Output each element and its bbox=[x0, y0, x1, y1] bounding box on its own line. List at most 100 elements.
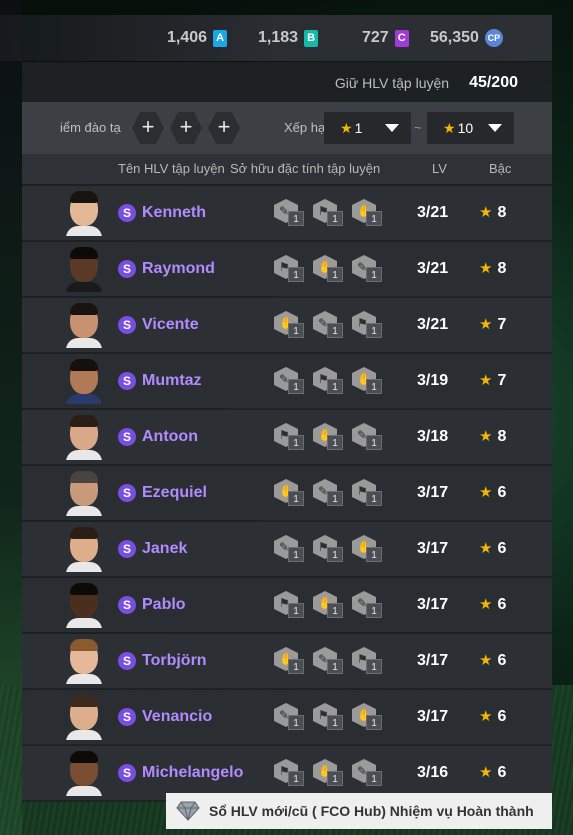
coach-row[interactable]: S Vicente ✋ 1 ✎ 1 ⚑ 1 3/21 ★ 7 bbox=[22, 298, 552, 352]
trait-count: 1 bbox=[288, 379, 304, 394]
training-trait-icon[interactable]: ✎ 1 bbox=[313, 479, 346, 507]
coach-grade: ★ 6 bbox=[479, 746, 506, 800]
column-name[interactable]: Tên HLV tập luyện bbox=[118, 154, 225, 184]
training-trait-icon[interactable]: ✋ 1 bbox=[313, 759, 346, 787]
coach-name: Antoon bbox=[142, 428, 198, 445]
chevron-down-icon bbox=[385, 124, 399, 132]
training-trait-icon[interactable]: ⚑ 1 bbox=[313, 535, 346, 563]
training-trait-icon[interactable]: ⚑ 1 bbox=[274, 423, 307, 451]
training-trait-icon[interactable]: ⚑ 1 bbox=[313, 199, 346, 227]
coach-row[interactable]: S Venancio ✎ 1 ⚑ 1 ✋ 1 3/17 ★ 6 bbox=[22, 690, 552, 744]
trait-count: 1 bbox=[327, 715, 343, 730]
training-points-label: iểm đào tạ bbox=[60, 120, 121, 135]
coach-level: 3/17 bbox=[417, 652, 449, 669]
training-trait-icon[interactable]: ⚑ 1 bbox=[274, 591, 307, 619]
training-trait-icon[interactable]: ✋ 1 bbox=[313, 423, 346, 451]
coach-avatar bbox=[66, 526, 102, 572]
training-trait-icon[interactable]: ✎ 1 bbox=[274, 199, 307, 227]
coach-row[interactable]: S Torbjörn ✋ 1 ✎ 1 ⚑ 1 3/17 ★ 6 bbox=[22, 634, 552, 688]
coach-row[interactable]: S Raymond ⚑ 1 ✋ 1 ✎ 1 3/21 ★ 8 bbox=[22, 242, 552, 296]
currency-cp-icon: CP bbox=[484, 29, 503, 47]
rarity-badge: S bbox=[118, 316, 136, 334]
trait-count: 1 bbox=[327, 323, 343, 338]
add-filter-button-2[interactable]: + bbox=[170, 112, 202, 144]
training-trait-icon[interactable]: ✎ 1 bbox=[274, 535, 307, 563]
coach-book-mission-button[interactable]: Sổ HLV mới/cũ ( FCO Hub) Nhiệm vụ Hoàn t… bbox=[166, 793, 552, 829]
training-trait-icon[interactable]: ✎ 1 bbox=[352, 255, 385, 283]
quota-value: 45/200 bbox=[469, 74, 518, 91]
training-trait-icon[interactable]: ✋ 1 bbox=[313, 255, 346, 283]
coach-row[interactable]: S Michelangelo ⚑ 1 ✋ 1 ✎ 1 3/16 ★ 6 bbox=[22, 746, 552, 800]
currency-bar: 1,406 A 1,183 B 727 C 56,350 CP bbox=[0, 15, 552, 61]
training-trait-icon[interactable]: ⚑ 1 bbox=[313, 367, 346, 395]
coach-grade-value: 6 bbox=[497, 484, 507, 501]
training-trait-icon[interactable]: ⚑ 1 bbox=[274, 255, 307, 283]
training-trait-icon[interactable]: ✎ 1 bbox=[352, 759, 385, 787]
add-filter-button-3[interactable]: + bbox=[208, 112, 240, 144]
coach-grade-value: 6 bbox=[497, 708, 507, 725]
coach-grade-value: 6 bbox=[497, 652, 507, 669]
rank-min-dropdown[interactable]: ★ 1 bbox=[324, 112, 411, 144]
training-trait-icon[interactable]: ✋ 1 bbox=[352, 367, 385, 395]
training-trait-icon[interactable]: ⚑ 1 bbox=[274, 759, 307, 787]
coach-level: 3/17 bbox=[417, 708, 449, 725]
coach-avatar bbox=[66, 694, 102, 740]
coach-row[interactable]: S Pablo ⚑ 1 ✋ 1 ✎ 1 3/17 ★ 6 bbox=[22, 578, 552, 632]
coach-row[interactable]: S Mumtaz ✎ 1 ⚑ 1 ✋ 1 3/19 ★ 7 bbox=[22, 354, 552, 408]
currency-c-value: 727 bbox=[362, 29, 389, 46]
training-trait-icon[interactable]: ✋ 1 bbox=[352, 703, 385, 731]
training-trait-icon[interactable]: ✋ 1 bbox=[274, 647, 307, 675]
coach-traits: ✋ 1 ✎ 1 ⚑ 1 bbox=[274, 311, 385, 339]
star-icon: ★ bbox=[479, 428, 493, 445]
currency-a: 1,406 A bbox=[167, 15, 228, 61]
coach-name: Janek bbox=[142, 540, 188, 557]
currency-b-value: 1,183 bbox=[258, 29, 299, 46]
column-grade[interactable]: Bậc bbox=[489, 154, 511, 184]
column-lv[interactable]: LV bbox=[432, 154, 447, 184]
coach-level: 3/17 bbox=[417, 484, 449, 501]
trait-count: 1 bbox=[327, 603, 343, 618]
coach-row[interactable]: S Kenneth ✎ 1 ⚑ 1 ✋ 1 3/21 ★ 8 bbox=[22, 186, 552, 240]
add-filter-button-1[interactable]: + bbox=[132, 112, 164, 144]
training-trait-icon[interactable]: ✋ 1 bbox=[352, 535, 385, 563]
rarity-badge: S bbox=[118, 708, 136, 726]
training-trait-icon[interactable]: ✎ 1 bbox=[274, 703, 307, 731]
trait-count: 1 bbox=[366, 659, 382, 674]
training-trait-icon[interactable]: ✎ 1 bbox=[352, 423, 385, 451]
star-icon: ★ bbox=[479, 260, 493, 277]
coach-level: 3/18 bbox=[417, 428, 449, 445]
training-trait-icon[interactable]: ⚑ 1 bbox=[352, 647, 385, 675]
rank-max-dropdown[interactable]: ★ 10 bbox=[427, 112, 514, 144]
trait-count: 1 bbox=[327, 435, 343, 450]
coach-level: 3/21 bbox=[417, 204, 449, 221]
trait-count: 1 bbox=[366, 323, 382, 338]
training-trait-icon[interactable]: ✋ 1 bbox=[352, 199, 385, 227]
training-trait-icon[interactable]: ✎ 1 bbox=[352, 591, 385, 619]
coach-level: 3/19 bbox=[417, 372, 449, 389]
training-trait-icon[interactable]: ✋ 1 bbox=[274, 479, 307, 507]
training-trait-icon[interactable]: ✎ 1 bbox=[313, 647, 346, 675]
coach-traits: ✎ 1 ⚑ 1 ✋ 1 bbox=[274, 367, 385, 395]
coach-traits: ⚑ 1 ✋ 1 ✎ 1 bbox=[274, 423, 385, 451]
coach-row[interactable]: S Antoon ⚑ 1 ✋ 1 ✎ 1 3/18 ★ 8 bbox=[22, 410, 552, 464]
coach-grade: ★ 8 bbox=[479, 410, 506, 464]
coach-grade-value: 8 bbox=[497, 204, 507, 221]
coach-row[interactable]: S Ezequiel ✋ 1 ✎ 1 ⚑ 1 3/17 ★ 6 bbox=[22, 466, 552, 520]
star-icon: ★ bbox=[479, 372, 493, 389]
coach-avatar bbox=[66, 750, 102, 796]
coach-grade: ★ 8 bbox=[479, 242, 506, 296]
trait-count: 1 bbox=[327, 771, 343, 786]
training-trait-icon[interactable]: ⚑ 1 bbox=[352, 479, 385, 507]
training-trait-icon[interactable]: ✋ 1 bbox=[313, 591, 346, 619]
training-trait-icon[interactable]: ⚑ 1 bbox=[352, 311, 385, 339]
coach-traits: ⚑ 1 ✋ 1 ✎ 1 bbox=[274, 255, 385, 283]
training-trait-icon[interactable]: ✎ 1 bbox=[313, 311, 346, 339]
training-trait-icon[interactable]: ✎ 1 bbox=[274, 367, 307, 395]
trait-count: 1 bbox=[288, 435, 304, 450]
training-trait-icon[interactable]: ✋ 1 bbox=[274, 311, 307, 339]
currency-a-value: 1,406 bbox=[167, 29, 208, 46]
coach-grade-value: 6 bbox=[497, 596, 507, 613]
coach-row[interactable]: S Janek ✎ 1 ⚑ 1 ✋ 1 3/17 ★ 6 bbox=[22, 522, 552, 576]
training-trait-icon[interactable]: ⚑ 1 bbox=[313, 703, 346, 731]
diamond-icon bbox=[176, 801, 200, 821]
